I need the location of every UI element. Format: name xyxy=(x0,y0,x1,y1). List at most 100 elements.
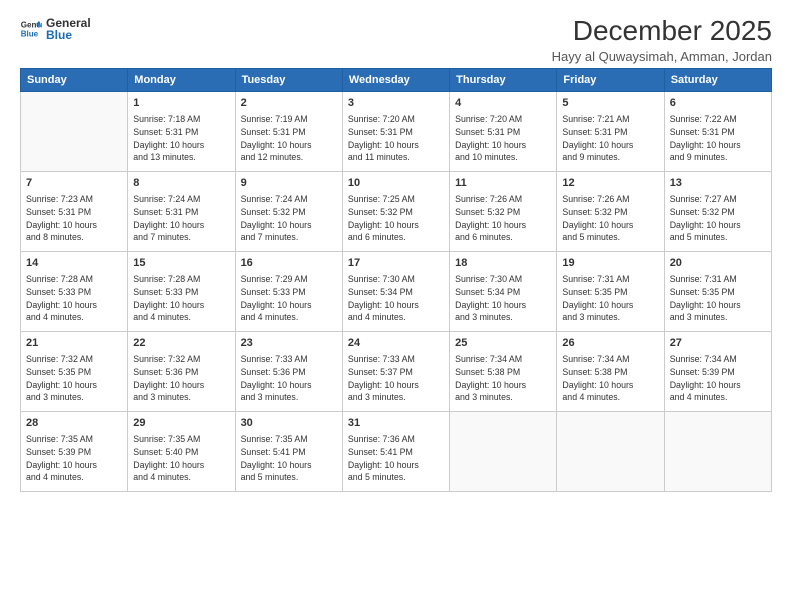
table-row: 9Sunrise: 7:24 AM Sunset: 5:32 PM Daylig… xyxy=(235,171,342,251)
calendar-header-row: Sunday Monday Tuesday Wednesday Thursday… xyxy=(21,68,772,91)
day-info: Sunrise: 7:32 AM Sunset: 5:35 PM Dayligh… xyxy=(26,353,122,404)
day-number: 26 xyxy=(562,336,658,351)
day-info: Sunrise: 7:18 AM Sunset: 5:31 PM Dayligh… xyxy=(133,113,229,164)
table-row: 10 Sunrise: 7:25 AM Sunset: 5:32 PM Dayli… xyxy=(342,171,449,251)
day-number: 14 xyxy=(26,256,122,271)
day-info: Sunrise: 7:21 AM Sunset: 5:31 PM Dayligh… xyxy=(562,113,658,164)
table-row: 25Sunrise: 7:34 AM Sunset: 5:38 PM Dayli… xyxy=(450,331,557,411)
day-number: 28 xyxy=(26,416,122,431)
day-number: 15 xyxy=(133,256,229,271)
calendar-week-row: 28 Sunrise: 7:35 AM Sunset: 5:39 PM Dayli… xyxy=(21,411,772,491)
day-number: 2 xyxy=(241,96,337,111)
day-number: 8 xyxy=(133,176,229,191)
day-number: 20 xyxy=(670,256,766,271)
table-row: 8 Sunrise: 7:24 AM Sunset: 5:31 PM Daylig… xyxy=(128,171,235,251)
logo-icon: General Blue xyxy=(20,18,42,40)
table-row: 20 Sunrise: 7:31 AM Sunset: 5:35 PM Dayli… xyxy=(664,251,771,331)
day-info: Sunrise: 7:34 AM Sunset: 5:38 PM Dayligh… xyxy=(455,353,551,404)
page: General Blue General Blue December 2025 … xyxy=(0,0,792,612)
table-row: 12Sunrise: 7:26 AM Sunset: 5:32 PM Dayli… xyxy=(557,171,664,251)
col-friday: Friday xyxy=(557,68,664,91)
calendar-week-row: 7Sunrise: 7:23 AM Sunset: 5:31 PM Daylig… xyxy=(21,171,772,251)
day-number: 4 xyxy=(455,96,551,111)
day-number: 24 xyxy=(348,336,444,351)
day-info: Sunrise: 7:20 AM Sunset: 5:31 PM Dayligh… xyxy=(348,113,444,164)
col-sunday: Sunday xyxy=(21,68,128,91)
col-monday: Monday xyxy=(128,68,235,91)
day-info: Sunrise: 7:29 AM Sunset: 5:33 PM Dayligh… xyxy=(241,273,337,324)
logo: General Blue General Blue xyxy=(20,16,91,42)
table-row: 18 Sunrise: 7:30 AM Sunset: 5:34 PM Dayli… xyxy=(450,251,557,331)
day-number: 10 xyxy=(348,176,444,191)
day-number: 21 xyxy=(26,336,122,351)
title-block: December 2025 Hayy al Quwaysimah, Amman,… xyxy=(552,16,772,64)
table-row: 4 Sunrise: 7:20 AM Sunset: 5:31 PM Daylig… xyxy=(450,91,557,171)
calendar-week-row: 21 Sunrise: 7:32 AM Sunset: 5:35 PM Dayli… xyxy=(21,331,772,411)
day-number: 7 xyxy=(26,176,122,191)
day-info: Sunrise: 7:32 AM Sunset: 5:36 PM Dayligh… xyxy=(133,353,229,404)
day-number: 17 xyxy=(348,256,444,271)
day-info: Sunrise: 7:27 AM Sunset: 5:32 PM Dayligh… xyxy=(670,193,766,244)
main-title: December 2025 xyxy=(552,16,772,47)
table-row: 31Sunrise: 7:36 AM Sunset: 5:41 PM Dayli… xyxy=(342,411,449,491)
day-info: Sunrise: 7:33 AM Sunset: 5:36 PM Dayligh… xyxy=(241,353,337,404)
table-row xyxy=(557,411,664,491)
day-info: Sunrise: 7:25 AM Sunset: 5:32 PM Dayligh… xyxy=(348,193,444,244)
table-row xyxy=(664,411,771,491)
day-info: Sunrise: 7:35 AM Sunset: 5:40 PM Dayligh… xyxy=(133,433,229,484)
table-row: 17 Sunrise: 7:30 AM Sunset: 5:34 PM Dayli… xyxy=(342,251,449,331)
table-row: 29Sunrise: 7:35 AM Sunset: 5:40 PM Dayli… xyxy=(128,411,235,491)
day-info: Sunrise: 7:35 AM Sunset: 5:41 PM Dayligh… xyxy=(241,433,337,484)
logo-line2: Blue xyxy=(46,28,91,42)
day-info: Sunrise: 7:28 AM Sunset: 5:33 PM Dayligh… xyxy=(26,273,122,324)
table-row: 1Sunrise: 7:18 AM Sunset: 5:31 PM Daylig… xyxy=(128,91,235,171)
table-row: 22 Sunrise: 7:32 AM Sunset: 5:36 PM Dayli… xyxy=(128,331,235,411)
table-row: 13 Sunrise: 7:27 AM Sunset: 5:32 PM Dayli… xyxy=(664,171,771,251)
table-row: 24 Sunrise: 7:33 AM Sunset: 5:37 PM Dayli… xyxy=(342,331,449,411)
table-row: 3 Sunrise: 7:20 AM Sunset: 5:31 PM Daylig… xyxy=(342,91,449,171)
table-row: 15 Sunrise: 7:28 AM Sunset: 5:33 PM Dayli… xyxy=(128,251,235,331)
day-number: 23 xyxy=(241,336,337,351)
day-number: 31 xyxy=(348,416,444,431)
day-number: 16 xyxy=(241,256,337,271)
table-row: 14 Sunrise: 7:28 AM Sunset: 5:33 PM Dayli… xyxy=(21,251,128,331)
day-info: Sunrise: 7:22 AM Sunset: 5:31 PM Dayligh… xyxy=(670,113,766,164)
day-info: Sunrise: 7:33 AM Sunset: 5:37 PM Dayligh… xyxy=(348,353,444,404)
table-row: 30 Sunrise: 7:35 AM Sunset: 5:41 PM Dayli… xyxy=(235,411,342,491)
day-number: 22 xyxy=(133,336,229,351)
day-number: 13 xyxy=(670,176,766,191)
calendar-week-row: 14 Sunrise: 7:28 AM Sunset: 5:33 PM Dayli… xyxy=(21,251,772,331)
day-number: 5 xyxy=(562,96,658,111)
day-number: 6 xyxy=(670,96,766,111)
day-info: Sunrise: 7:31 AM Sunset: 5:35 PM Dayligh… xyxy=(670,273,766,324)
day-info: Sunrise: 7:31 AM Sunset: 5:35 PM Dayligh… xyxy=(562,273,658,324)
day-info: Sunrise: 7:30 AM Sunset: 5:34 PM Dayligh… xyxy=(455,273,551,324)
day-number: 18 xyxy=(455,256,551,271)
day-info: Sunrise: 7:28 AM Sunset: 5:33 PM Dayligh… xyxy=(133,273,229,324)
calendar: Sunday Monday Tuesday Wednesday Thursday… xyxy=(20,68,772,492)
calendar-week-row: 1Sunrise: 7:18 AM Sunset: 5:31 PM Daylig… xyxy=(21,91,772,171)
day-info: Sunrise: 7:26 AM Sunset: 5:32 PM Dayligh… xyxy=(562,193,658,244)
table-row: 23 Sunrise: 7:33 AM Sunset: 5:36 PM Dayli… xyxy=(235,331,342,411)
header: General Blue General Blue December 2025 … xyxy=(20,16,772,64)
day-info: Sunrise: 7:20 AM Sunset: 5:31 PM Dayligh… xyxy=(455,113,551,164)
table-row: 19Sunrise: 7:31 AM Sunset: 5:35 PM Dayli… xyxy=(557,251,664,331)
svg-text:Blue: Blue xyxy=(21,29,39,38)
day-info: Sunrise: 7:35 AM Sunset: 5:39 PM Dayligh… xyxy=(26,433,122,484)
day-info: Sunrise: 7:19 AM Sunset: 5:31 PM Dayligh… xyxy=(241,113,337,164)
day-number: 9 xyxy=(241,176,337,191)
table-row: 28 Sunrise: 7:35 AM Sunset: 5:39 PM Dayli… xyxy=(21,411,128,491)
day-number: 30 xyxy=(241,416,337,431)
table-row: 26Sunrise: 7:34 AM Sunset: 5:38 PM Dayli… xyxy=(557,331,664,411)
table-row: 5 Sunrise: 7:21 AM Sunset: 5:31 PM Daylig… xyxy=(557,91,664,171)
day-number: 3 xyxy=(348,96,444,111)
day-number: 27 xyxy=(670,336,766,351)
table-row: 11Sunrise: 7:26 AM Sunset: 5:32 PM Dayli… xyxy=(450,171,557,251)
table-row: 16 Sunrise: 7:29 AM Sunset: 5:33 PM Dayli… xyxy=(235,251,342,331)
subtitle: Hayy al Quwaysimah, Amman, Jordan xyxy=(552,49,772,64)
day-info: Sunrise: 7:24 AM Sunset: 5:31 PM Dayligh… xyxy=(133,193,229,244)
day-number: 11 xyxy=(455,176,551,191)
col-saturday: Saturday xyxy=(664,68,771,91)
day-info: Sunrise: 7:30 AM Sunset: 5:34 PM Dayligh… xyxy=(348,273,444,324)
table-row: 6 Sunrise: 7:22 AM Sunset: 5:31 PM Daylig… xyxy=(664,91,771,171)
